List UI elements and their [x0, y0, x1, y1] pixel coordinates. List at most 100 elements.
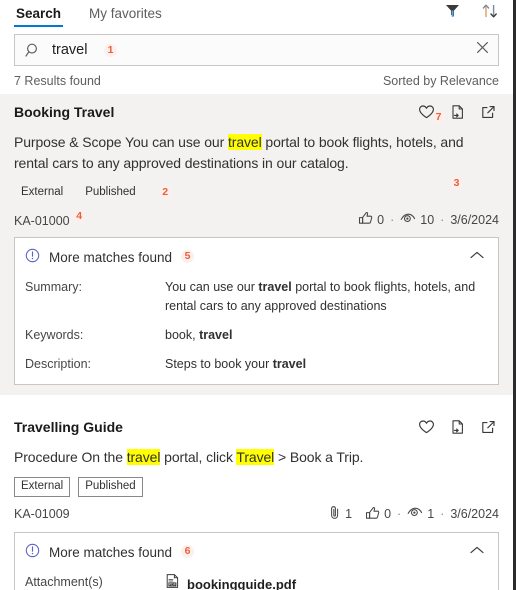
eye-views-icon [400, 212, 416, 228]
result-stats: 0 · 10 · 3/6/2024 [358, 211, 499, 228]
tab-search[interactable]: Search [14, 2, 64, 27]
likes-count: 0 [377, 212, 385, 227]
more-matches-header[interactable]: More matches found 5 [25, 246, 488, 268]
close-icon [475, 40, 490, 60]
attachments-count: 1 [345, 507, 353, 522]
attachment-filename[interactable]: bookingguide.pdf [187, 575, 296, 590]
views-count: 10 [420, 212, 435, 227]
annotation-marker-1: 1 [104, 44, 117, 57]
annotation-marker-4: 4 [72, 210, 86, 223]
snippet-text-post: > Book a Trip. [274, 449, 364, 466]
likes-count: 0 [384, 507, 392, 522]
badge-published: Published [85, 186, 136, 198]
match-value-pre: You can use our [165, 280, 259, 295]
article-id: KA-01000 [14, 214, 70, 229]
annotation-marker-7: 7 [432, 111, 445, 124]
result-actions: 7 [415, 102, 499, 125]
result-date: 3/6/2024 [450, 507, 499, 522]
eye-views-icon [407, 506, 423, 522]
sort-arrows-icon [481, 2, 499, 25]
match-value: You can use our travel portal to book fl… [165, 278, 488, 316]
snippet-text-pre: Procedure On the [14, 449, 127, 466]
results-meta: 7 Results found Sorted by Relevance [0, 66, 513, 94]
result-header: Booking Travel 7 [14, 102, 499, 125]
article-id: KA-01009 [14, 507, 70, 522]
results-sort-label[interactable]: Sorted by Relevance [383, 74, 499, 88]
result-item[interactable]: Travelling Guide Procedure On the travel… [0, 409, 513, 590]
search-row: 1 [0, 30, 513, 66]
search-box[interactable]: 1 [14, 34, 499, 66]
more-matches-panel: More matches found 6 Attachment(s) PDF b… [14, 532, 499, 590]
match-row: Summary: You can use our travel portal t… [25, 278, 488, 316]
result-id-row: KA-01000 4 0 · 10 · 3/6/2024 [14, 210, 499, 229]
tabbar-actions [441, 2, 501, 24]
match-value-pre: Steps to book your [165, 357, 273, 372]
collapse-toggle[interactable] [466, 246, 488, 268]
article-id-group: KA-01000 4 [14, 210, 86, 229]
open-external-icon [480, 104, 497, 125]
match-key: Description: [25, 357, 91, 372]
search-panel: Search My favorites travel 1 7 Results f… [0, 0, 516, 590]
attachment-row: Attachment(s) PDF bookingguide.pdf [25, 573, 488, 590]
result-badges: External Published 2 3 [14, 177, 499, 203]
badge-published: Published [78, 477, 143, 498]
likes-group: 0 [365, 506, 391, 523]
result-title[interactable]: Travelling Guide [14, 417, 123, 436]
match-row: Keywords: book, travel [25, 326, 488, 345]
views-count: 1 [427, 507, 435, 522]
thumbs-up-icon [365, 506, 380, 523]
sort-button[interactable] [479, 2, 501, 24]
thumbs-up-icon [358, 211, 373, 228]
svg-text:PDF: PDF [169, 583, 176, 587]
more-matches-header[interactable]: More matches found 6 [25, 541, 488, 563]
tab-my-favorites[interactable]: My favorites [87, 2, 164, 27]
chevron-up-icon [469, 543, 485, 561]
match-row: Description: Steps to book your travel [25, 355, 488, 374]
copy-page-icon [449, 104, 466, 125]
stats-separator: · [390, 212, 395, 227]
clear-search-button[interactable] [469, 40, 490, 60]
match-value: Steps to book your travel [165, 355, 488, 374]
likes-group: 0 [358, 211, 384, 228]
favorite-heart-icon [418, 419, 435, 440]
snippet-highlight-2: Travel [236, 449, 275, 466]
more-matches-label: More matches found [49, 249, 173, 265]
views-group: 10 [400, 212, 434, 228]
result-id-row: KA-01009 1 0 · 1 · 3/6/2024 [14, 505, 499, 523]
attachment-value[interactable]: PDF bookingguide.pdf [165, 573, 488, 590]
match-value-bold: travel [258, 280, 292, 295]
copy-page-button[interactable] [446, 418, 468, 440]
result-date: 3/6/2024 [450, 212, 499, 227]
result-actions [415, 417, 499, 440]
paperclip-icon [328, 505, 341, 523]
annotation-marker-5: 5 [181, 249, 195, 263]
collapse-toggle[interactable] [466, 541, 488, 563]
result-snippet: Purpose & Scope You can use our travel p… [14, 132, 499, 174]
more-matches-title-group: More matches found 6 [25, 543, 195, 561]
open-external-icon [480, 419, 497, 440]
match-value-bold: travel [199, 328, 233, 343]
filter-button[interactable] [441, 2, 463, 24]
match-value-bold: travel [272, 357, 307, 372]
open-external-button[interactable] [477, 103, 499, 125]
copy-page-button[interactable] [446, 103, 468, 125]
badge-external: External [14, 477, 71, 498]
results-count: 7 Results found [14, 74, 101, 88]
match-key: Summary: [25, 280, 82, 295]
snippet-highlight: travel [126, 449, 161, 466]
info-circle-icon [25, 543, 40, 561]
result-title[interactable]: Booking Travel [14, 102, 114, 121]
search-icon [25, 42, 42, 59]
match-value: book, travel [165, 326, 488, 345]
favorite-button[interactable] [415, 418, 437, 440]
open-external-button[interactable] [477, 418, 499, 440]
annotation-marker-3: 3 [450, 177, 463, 190]
attachment-key: Attachment(s) [25, 575, 103, 590]
annotation-marker-2: 2 [158, 186, 172, 199]
result-stats: 1 0 · 1 · 3/6/2024 [328, 505, 499, 523]
results-divider [0, 395, 513, 409]
chevron-up-icon [469, 248, 485, 266]
result-item[interactable]: Booking Travel 7 Purpose & Scope You can… [0, 94, 513, 396]
snippet-text-pre: Purpose & Scope You can use our [14, 134, 228, 150]
result-snippet: Procedure On the travel portal, click Tr… [14, 447, 499, 468]
